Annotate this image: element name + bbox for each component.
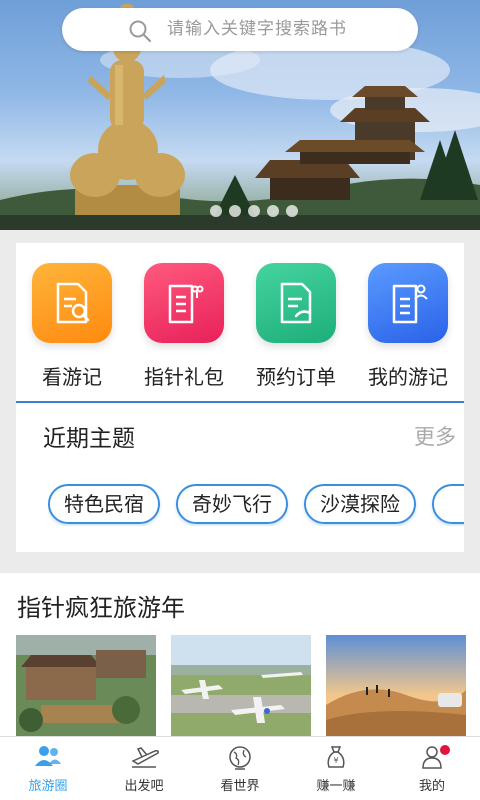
doc-search-icon xyxy=(32,263,112,343)
quick-action-travelogues[interactable]: 看游记 xyxy=(16,263,128,393)
carousel-dot[interactable] xyxy=(286,205,298,217)
notification-dot xyxy=(440,745,450,755)
tab-earn[interactable]: ¥ 赚一赚 xyxy=(288,737,384,800)
quick-action-orders[interactable]: 预约订单 xyxy=(240,263,352,393)
theme-tag[interactable] xyxy=(432,484,464,524)
tab-mine[interactable]: 我的 xyxy=(384,737,480,800)
tab-depart[interactable]: 出发吧 xyxy=(96,737,192,800)
user-doc-icon xyxy=(368,263,448,343)
featured-thumbnail-flight[interactable] xyxy=(171,635,311,736)
featured-thumbnail-desert[interactable] xyxy=(326,635,466,736)
quick-action-my-travelogues[interactable]: 我的游记 xyxy=(352,263,464,393)
gift-doc-icon xyxy=(144,263,224,343)
tab-see-world[interactable]: 看世界 xyxy=(192,737,288,800)
tab-label: 出发吧 xyxy=(124,779,164,794)
carousel-dot[interactable] xyxy=(229,205,241,217)
theme-tag[interactable]: 奇妙飞行 xyxy=(176,484,288,524)
menu-card: 看游记 指针礼包 预约订单 我的游记 近期主题 更多 特色民宿 奇妙飞行 沙漠探… xyxy=(16,243,464,552)
divider xyxy=(16,401,464,403)
quick-action-label: 我的游记 xyxy=(368,365,448,389)
tab-label: 赚一赚 xyxy=(316,779,356,794)
search-icon xyxy=(129,20,152,43)
theme-tags: 特色民宿 奇妙飞行 沙漠探险 xyxy=(48,484,464,526)
people-icon xyxy=(35,746,61,766)
theme-tag[interactable]: 沙漠探险 xyxy=(304,484,416,524)
money-bag-icon: ¥ xyxy=(327,746,345,768)
banner-carousel[interactable]: 请输入关键字搜索路书 xyxy=(0,0,480,230)
carousel-indicator xyxy=(210,205,298,217)
section-title: 指针疯狂旅游年 xyxy=(17,594,185,622)
more-themes-link[interactable]: 更多 xyxy=(414,421,456,451)
carousel-dot[interactable] xyxy=(210,205,222,217)
svg-text:¥: ¥ xyxy=(333,756,338,765)
globe-icon xyxy=(229,746,251,770)
carousel-dot[interactable] xyxy=(248,205,260,217)
featured-thumbnail-homestay[interactable] xyxy=(16,635,156,736)
featured-section: 指针疯狂旅游年 xyxy=(0,573,480,736)
quick-action-gift-pack[interactable]: 指针礼包 xyxy=(128,263,240,393)
quick-actions: 看游记 指针礼包 预约订单 我的游记 xyxy=(16,243,464,401)
carousel-dot[interactable] xyxy=(267,205,279,217)
quick-action-label: 指针礼包 xyxy=(144,365,224,389)
airplane-icon xyxy=(131,747,159,768)
order-doc-icon xyxy=(256,263,336,343)
tab-label: 我的 xyxy=(418,779,445,794)
search-input[interactable]: 请输入关键字搜索路书 xyxy=(167,8,347,51)
tab-label: 旅游圈 xyxy=(28,779,68,794)
recent-themes-title: 近期主题 xyxy=(43,426,135,452)
quick-action-label: 看游记 xyxy=(42,365,102,389)
tab-label: 看世界 xyxy=(220,779,260,794)
bottom-tab-bar: 旅游圈 出发吧 看世界 ¥ 赚一赚 我的 xyxy=(0,736,480,800)
tab-travel-circle[interactable]: 旅游圈 xyxy=(0,737,96,800)
search-bar[interactable]: 请输入关键字搜索路书 xyxy=(62,8,418,51)
theme-tag[interactable]: 特色民宿 xyxy=(48,484,160,524)
quick-action-label: 预约订单 xyxy=(256,365,336,389)
